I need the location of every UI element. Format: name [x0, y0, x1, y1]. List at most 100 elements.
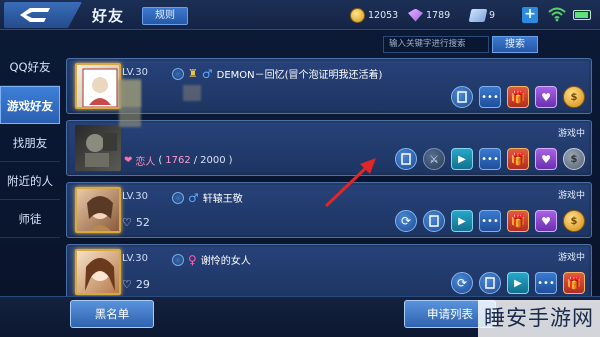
play-icon: ▶: [458, 153, 466, 165]
likes: ♡ 52: [122, 216, 150, 229]
friend-level: LV.30: [122, 191, 148, 202]
likes: ♡ 29: [122, 278, 150, 291]
chat-dots-icon: •••: [537, 277, 555, 289]
gift-icon: 🎁: [510, 152, 526, 166]
record-button[interactable]: [451, 86, 473, 108]
gift-button[interactable]: 🎁: [507, 148, 529, 170]
friend-level: LV.30: [122, 67, 148, 78]
friend-actions: ⟳ ▶ ••• 🎁 ♥ $: [395, 210, 585, 232]
record-button[interactable]: [479, 272, 501, 294]
sidebar-item-game-friends[interactable]: 游戏好友: [0, 86, 60, 124]
watch-button[interactable]: ▶: [507, 272, 529, 294]
rank-icon: [172, 191, 184, 204]
record-button[interactable]: [395, 148, 417, 170]
male-icon: ♂: [188, 190, 199, 205]
friend-name-line: ♀ 谢怜的女人: [172, 252, 251, 267]
sword-icon: ⚔: [429, 152, 439, 166]
gold-coin-icon: $: [570, 153, 578, 165]
sidebar-item-nearby[interactable]: 附近的人: [0, 162, 60, 200]
chat-button[interactable]: •••: [479, 86, 501, 108]
heart-icon: ♥: [541, 214, 551, 228]
search-input[interactable]: 输入关键字进行搜索: [383, 36, 489, 53]
coin-send-button-disabled[interactable]: $: [563, 148, 585, 170]
diamond-amount: 1789: [426, 9, 451, 21]
relation-slash: /: [193, 155, 198, 166]
watch-button[interactable]: ▶: [451, 210, 473, 232]
coin-send-button[interactable]: $: [563, 210, 585, 232]
friend-name-line: ♂ 轩辕王敬: [172, 190, 243, 205]
friend-row[interactable]: LV.30 ♜ ♂ DEMON－回忆(冒个泡证明我还活着) ••• 🎁 ♥ $: [66, 58, 592, 114]
likes-count: 29: [135, 278, 150, 291]
gold-coin-icon: [350, 7, 365, 23]
avatar[interactable]: [75, 125, 121, 171]
censored-area: [119, 81, 141, 127]
relation-close-paren: ): [228, 155, 233, 166]
friend-level: LV.30: [122, 253, 148, 264]
watch-button[interactable]: ▶: [451, 148, 473, 170]
chat-button[interactable]: •••: [535, 272, 557, 294]
page-title: 好友: [92, 7, 125, 25]
gold-amount: 12053: [368, 9, 399, 21]
friend-actions: ⟳ ▶ ••• 🎁: [451, 272, 585, 294]
coin-send-button[interactable]: $: [563, 86, 585, 108]
gift-icon: 🎁: [510, 214, 526, 228]
friend-name-line: ♜ ♂ DEMON－回忆(冒个泡证明我还活着): [172, 66, 382, 81]
refresh-icon: ⟳: [400, 214, 412, 228]
diamond-counter: 1789: [408, 7, 450, 23]
avatar[interactable]: [75, 249, 121, 295]
friend-row[interactable]: LV.30 ♀ 谢怜的女人 ♡ 29 游戏中 ⟳ ▶ ••• 🎁: [66, 244, 592, 298]
sidebar: QQ好友 游戏好友 找朋友 附近的人 师徒: [0, 30, 60, 300]
relation-type: 恋人: [135, 157, 156, 168]
couple-hearts-icon: ❤: [124, 155, 133, 166]
invite-button[interactable]: ⟳: [395, 210, 417, 232]
intimacy-button[interactable]: ♥: [535, 148, 557, 170]
chat-button[interactable]: •••: [479, 148, 501, 170]
record-button[interactable]: [423, 210, 445, 232]
intimacy-button[interactable]: ♥: [535, 210, 557, 232]
gold-coin-icon: $: [570, 91, 578, 103]
watermark: 睡安手游网: [478, 300, 600, 337]
battery-icon: [573, 10, 591, 20]
sidebar-item-mentor[interactable]: 师徒: [0, 200, 60, 238]
sidebar-item-find-friends[interactable]: 找朋友: [0, 124, 60, 162]
female-icon: ♀: [188, 252, 197, 267]
gift-icon: 🎁: [566, 276, 582, 290]
search-button[interactable]: 搜索: [492, 36, 538, 53]
friend-name: DEMON－回忆(冒个泡证明我还活着): [216, 70, 383, 81]
sidebar-item-qq-friends[interactable]: QQ好友: [0, 48, 60, 86]
back-arrow-icon: [20, 8, 50, 22]
gold-coin-icon: $: [570, 215, 578, 227]
chat-dots-icon: •••: [481, 215, 499, 227]
voucher-icon: [468, 8, 488, 22]
diamond-icon: [408, 8, 423, 22]
refresh-icon: ⟳: [456, 276, 468, 290]
rules-button[interactable]: 规则: [142, 7, 188, 25]
heart-icon: ♥: [541, 152, 551, 166]
back-button[interactable]: [4, 2, 82, 28]
chat-button[interactable]: •••: [479, 210, 501, 232]
voucher-amount: 9: [489, 9, 496, 21]
avatar[interactable]: [75, 63, 121, 109]
gift-button[interactable]: 🎁: [507, 210, 529, 232]
intimacy-button[interactable]: ♥: [535, 86, 557, 108]
trophy-icon: ♜: [188, 67, 198, 80]
gift-button[interactable]: 🎁: [563, 272, 585, 294]
avatar[interactable]: [75, 187, 121, 233]
male-icon: ♂: [201, 66, 213, 81]
chat-dots-icon: •••: [481, 153, 499, 165]
heart-outline-icon: ♡: [122, 278, 132, 291]
heart-outline-icon: ♡: [122, 216, 132, 229]
gift-button[interactable]: 🎁: [507, 86, 529, 108]
annotation-arrow-icon: [324, 158, 376, 208]
heart-icon: ♥: [541, 90, 551, 104]
play-icon: ▶: [514, 277, 522, 289]
friend-actions: ⚔ ▶ ••• 🎁 ♥ $: [395, 148, 585, 170]
top-bar: 好友 规则 12053 1789 9 +: [0, 0, 600, 30]
wifi-icon: [548, 7, 566, 22]
spectate-button[interactable]: ⚔: [423, 148, 445, 170]
rank-icon: [172, 253, 184, 266]
blacklist-button[interactable]: 黑名单: [70, 300, 154, 328]
play-icon: ▶: [458, 215, 466, 227]
invite-button[interactable]: ⟳: [451, 272, 473, 294]
recharge-plus-button[interactable]: +: [522, 7, 538, 23]
